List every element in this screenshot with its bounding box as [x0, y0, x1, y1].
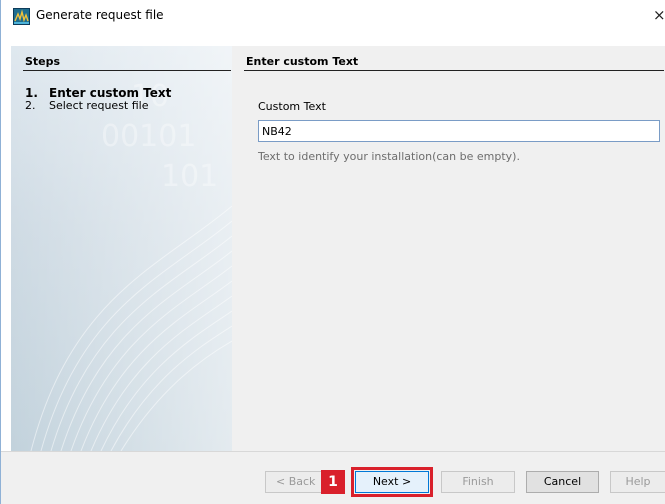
step-label: Select request file: [49, 99, 149, 112]
step-label: Enter custom Text: [49, 86, 172, 100]
button-bar: < Back 1 Next > Finish Cancel Help: [1, 451, 665, 504]
steps-heading: Steps: [25, 55, 61, 68]
step-marker-badge: 1: [321, 470, 345, 494]
close-icon[interactable]: ×: [653, 6, 665, 24]
step-enter-custom-text: 1. Enter custom Text: [25, 86, 171, 100]
custom-text-hint: Text to identify your installation(can b…: [258, 150, 520, 163]
custom-text-input[interactable]: [258, 120, 660, 142]
dialog-window: Generate request file × 10 00101 101 Ste…: [0, 0, 665, 504]
content-panel: Enter custom Text Custom Text Text to id…: [232, 46, 665, 451]
title-bar: Generate request file ×: [1, 0, 665, 32]
content-heading: Enter custom Text: [246, 55, 359, 68]
help-button[interactable]: Help: [610, 471, 665, 493]
cancel-button[interactable]: Cancel: [526, 471, 599, 493]
next-button[interactable]: Next >: [355, 471, 429, 493]
step-number: 1.: [25, 86, 38, 100]
app-icon: [13, 8, 30, 25]
content-divider: [244, 70, 664, 71]
step-number: 2.: [25, 99, 36, 112]
svg-text:00101: 00101: [101, 119, 196, 154]
step-select-request-file: 2. Select request file: [25, 99, 149, 112]
steps-divider: [23, 70, 231, 71]
custom-text-label: Custom Text: [258, 100, 326, 113]
window-title: Generate request file: [36, 8, 164, 22]
finish-button[interactable]: Finish: [441, 471, 515, 493]
svg-text:101: 101: [161, 159, 218, 194]
steps-panel: 10 00101 101 Steps 1. Enter custom Text 2…: [11, 46, 232, 451]
